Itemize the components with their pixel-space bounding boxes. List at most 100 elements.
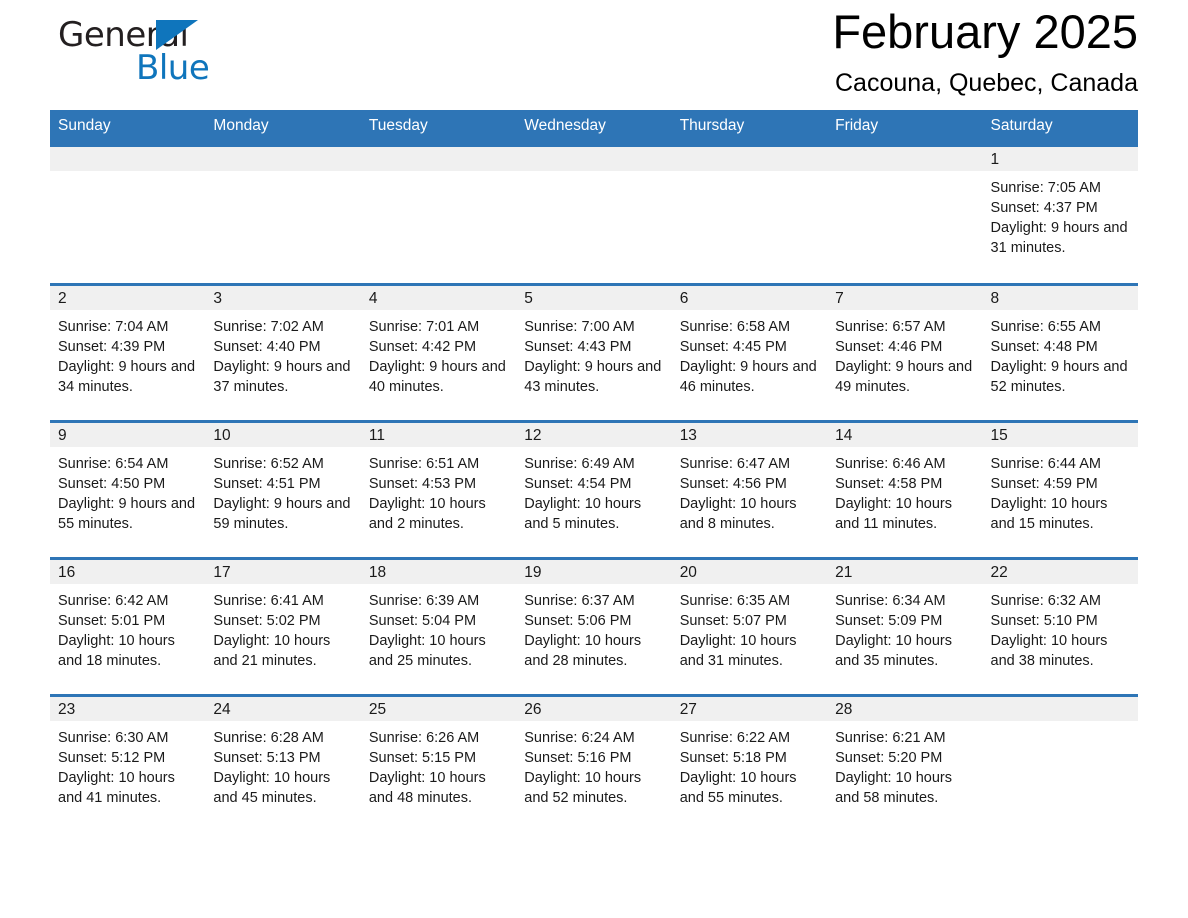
- sunrise-text: Sunrise: 6:35 AM: [679, 592, 791, 609]
- calendar-week-row: 1 Sunrise: 7:05 AM Sunset: 4:37 PM Daylight…: [50, 143, 1138, 283]
- calendar-day-cell[interactable]: 7 Sunrise: 6:57 AM Sunset: 4:46 PM Daylight…: [827, 285, 983, 420]
- calendar-day-cell[interactable]: 16 Sunrise: 6:42 AM Sunset: 5:01 PM Dayligh…: [50, 559, 206, 694]
- dow-header-wednesday: Wednesday: [524, 117, 606, 134]
- dow-header-monday: Monday: [213, 117, 269, 134]
- calendar-day-cell-empty: [827, 146, 983, 283]
- sunset-text: Sunset: 4:43 PM: [524, 338, 632, 355]
- sunset-text: Sunset: 5:06 PM: [524, 612, 632, 629]
- brand-logo[interactable]: General Blue: [58, 10, 318, 100]
- day-details: Sunrise: 6:24 AM Sunset: 5:16 PM Daylight:…: [516, 721, 671, 831]
- calendar-day-cell[interactable]: 27 Sunrise: 6:22 AM Sunset: 5:18 PM Dayligh…: [671, 696, 828, 831]
- day-details: Sunrise: 6:22 AM Sunset: 5:18 PM Daylight:…: [672, 721, 827, 831]
- day-number: 16: [50, 559, 206, 584]
- sunrise-text: Sunrise: 6:37 AM: [524, 592, 635, 609]
- daylight-text: Daylight: 9 hours and 34 minutes.: [58, 359, 196, 396]
- day-details: Sunrise: 6:58 AM Sunset: 4:45 PM Daylight:…: [672, 310, 827, 420]
- sunrise-text: Sunrise: 6:42 AM: [58, 592, 169, 609]
- day-number: 19: [516, 559, 672, 584]
- daylight-text: Daylight: 9 hours and 31 minutes.: [990, 220, 1128, 257]
- day-details: Sunrise: 6:49 AM Sunset: 4:54 PM Daylight:…: [516, 447, 671, 557]
- sunrise-text: Sunrise: 7:00 AM: [524, 318, 635, 335]
- sunset-text: Sunset: 5:16 PM: [524, 749, 632, 766]
- day-details: Sunrise: 6:21 AM Sunset: 5:20 PM Daylight:…: [827, 721, 982, 831]
- day-number: 9: [50, 422, 206, 447]
- dow-header-sunday: Sunday: [58, 117, 111, 134]
- sunrise-text: Sunrise: 6:46 AM: [835, 455, 946, 472]
- day-details: Sunrise: 6:35 AM Sunset: 5:07 PM Daylight:…: [672, 584, 827, 694]
- daylight-text: Daylight: 10 hours and 48 minutes.: [368, 770, 486, 807]
- calendar-day-cell[interactable]: 23 Sunrise: 6:30 AM Sunset: 5:12 PM Dayligh…: [50, 696, 206, 831]
- calendar-day-cell[interactable]: 17 Sunrise: 6:41 AM Sunset: 5:02 PM Dayligh…: [205, 559, 361, 694]
- day-details: [205, 171, 360, 283]
- calendar-grid: Sunday Monday Tuesday Wednesday Thursday…: [50, 110, 1138, 831]
- day-details: Sunrise: 6:55 AM Sunset: 4:48 PM Daylight:…: [983, 310, 1138, 420]
- calendar-day-cell[interactable]: 4 Sunrise: 7:01 AM Sunset: 4:42 PM Daylight…: [360, 285, 517, 420]
- calendar-day-cell[interactable]: 3 Sunrise: 7:02 AM Sunset: 4:40 PM Daylight…: [205, 285, 361, 420]
- calendar-day-cell[interactable]: 13 Sunrise: 6:47 AM Sunset: 4:56 PM Dayligh…: [671, 422, 828, 557]
- sunrise-text: Sunrise: 6:28 AM: [213, 729, 324, 746]
- calendar-day-cell[interactable]: 5 Sunrise: 7:00 AM Sunset: 4:43 PM Daylight…: [516, 285, 672, 420]
- calendar-day-cell[interactable]: 2 Sunrise: 7:04 AM Sunset: 4:39 PM Daylight…: [50, 285, 206, 420]
- day-number: [360, 146, 517, 171]
- sunrise-text: Sunrise: 6:47 AM: [679, 455, 791, 472]
- sunset-text: Sunset: 5:13 PM: [213, 749, 321, 766]
- day-number: 15: [982, 422, 1138, 447]
- sunrise-text: Sunrise: 7:04 AM: [58, 318, 169, 335]
- calendar-day-cell[interactable]: 28 Sunrise: 6:21 AM Sunset: 5:20 PM Dayligh…: [827, 696, 983, 831]
- triangle-logo-icon: [156, 20, 198, 50]
- calendar-day-cell[interactable]: 6 Sunrise: 6:58 AM Sunset: 4:45 PM Daylight…: [671, 285, 828, 420]
- day-details: Sunrise: 7:04 AM Sunset: 4:39 PM Daylight:…: [50, 310, 205, 420]
- sunrise-text: Sunrise: 7:01 AM: [368, 318, 480, 335]
- calendar-day-cell[interactable]: 11 Sunrise: 6:51 AM Sunset: 4:53 PM Dayligh…: [360, 422, 517, 557]
- day-number: 2: [50, 285, 206, 310]
- day-details: Sunrise: 6:34 AM Sunset: 5:09 PM Daylight:…: [827, 584, 982, 694]
- day-details: [361, 171, 516, 283]
- calendar-week-row: 9 Sunrise: 6:54 AM Sunset: 4:50 PM Daylight…: [50, 419, 1138, 557]
- day-number: 21: [827, 559, 983, 584]
- calendar-day-cell[interactable]: 12 Sunrise: 6:49 AM Sunset: 4:54 PM Dayligh…: [516, 422, 672, 557]
- calendar-day-cell[interactable]: 22 Sunrise: 6:32 AM Sunset: 5:10 PM Dayligh…: [982, 559, 1138, 694]
- day-number: 3: [205, 285, 361, 310]
- sunset-text: Sunset: 4:51 PM: [213, 475, 321, 492]
- sunrise-text: Sunrise: 6:54 AM: [58, 455, 169, 472]
- calendar-day-cell[interactable]: 19 Sunrise: 6:37 AM Sunset: 5:06 PM Dayligh…: [516, 559, 672, 694]
- day-number: 28: [827, 696, 983, 721]
- sunrise-text: Sunrise: 6:51 AM: [368, 455, 480, 472]
- sunrise-text: Sunrise: 6:24 AM: [524, 729, 635, 746]
- day-details: Sunrise: 6:32 AM Sunset: 5:10 PM Daylight:…: [983, 584, 1138, 694]
- calendar-day-cell[interactable]: 15 Sunrise: 6:44 AM Sunset: 4:59 PM Dayligh…: [982, 422, 1138, 557]
- day-details: [50, 171, 205, 283]
- calendar-day-cell[interactable]: 14 Sunrise: 6:46 AM Sunset: 4:58 PM Dayligh…: [827, 422, 983, 557]
- sunset-text: Sunset: 5:09 PM: [835, 612, 943, 629]
- calendar-day-cell[interactable]: 9 Sunrise: 6:54 AM Sunset: 4:50 PM Daylight…: [50, 422, 206, 557]
- day-details: Sunrise: 6:28 AM Sunset: 5:13 PM Daylight:…: [205, 721, 360, 831]
- day-number: 17: [205, 559, 361, 584]
- calendar-week-row: 2 Sunrise: 7:04 AM Sunset: 4:39 PM Daylight…: [50, 282, 1138, 420]
- calendar-day-cell[interactable]: 21 Sunrise: 6:34 AM Sunset: 5:09 PM Dayligh…: [827, 559, 983, 694]
- day-number: [671, 146, 828, 171]
- calendar-day-cell[interactable]: 24 Sunrise: 6:28 AM Sunset: 5:13 PM Dayligh…: [205, 696, 361, 831]
- calendar-day-cell[interactable]: 10 Sunrise: 6:52 AM Sunset: 4:51 PM Dayligh…: [205, 422, 361, 557]
- daylight-text: Daylight: 10 hours and 25 minutes.: [368, 633, 486, 670]
- dow-header-saturday: Saturday: [990, 117, 1053, 134]
- calendar-day-cell[interactable]: 8 Sunrise: 6:55 AM Sunset: 4:48 PM Daylight…: [982, 285, 1138, 420]
- calendar-day-cell[interactable]: 26 Sunrise: 6:24 AM Sunset: 5:16 PM Dayligh…: [516, 696, 672, 831]
- daylight-text: Daylight: 10 hours and 8 minutes.: [679, 496, 797, 533]
- sunset-text: Sunset: 4:42 PM: [368, 338, 477, 355]
- day-number: 25: [360, 696, 517, 721]
- calendar-day-cell[interactable]: 25 Sunrise: 6:26 AM Sunset: 5:15 PM Dayligh…: [360, 696, 517, 831]
- calendar-day-cell[interactable]: 20 Sunrise: 6:35 AM Sunset: 5:07 PM Dayligh…: [671, 559, 828, 694]
- calendar-day-cell[interactable]: 1 Sunrise: 7:05 AM Sunset: 4:37 PM Daylight…: [982, 146, 1138, 283]
- day-number: 26: [516, 696, 672, 721]
- sunset-text: Sunset: 4:48 PM: [990, 338, 1098, 355]
- daylight-text: Daylight: 9 hours and 40 minutes.: [368, 359, 506, 396]
- daylight-text: Daylight: 9 hours and 43 minutes.: [524, 359, 662, 396]
- day-details: Sunrise: 6:47 AM Sunset: 4:56 PM Daylight:…: [672, 447, 827, 557]
- day-details: Sunrise: 7:01 AM Sunset: 4:42 PM Daylight:…: [361, 310, 516, 420]
- dow-header-thursday: Thursday: [679, 117, 745, 134]
- calendar-day-cell[interactable]: 18 Sunrise: 6:39 AM Sunset: 5:04 PM Dayligh…: [360, 559, 517, 694]
- sunrise-text: Sunrise: 6:21 AM: [835, 729, 946, 746]
- daylight-text: Daylight: 9 hours and 46 minutes.: [679, 359, 817, 396]
- daylight-text: Daylight: 10 hours and 52 minutes.: [524, 770, 642, 807]
- daylight-text: Daylight: 9 hours and 55 minutes.: [58, 496, 196, 533]
